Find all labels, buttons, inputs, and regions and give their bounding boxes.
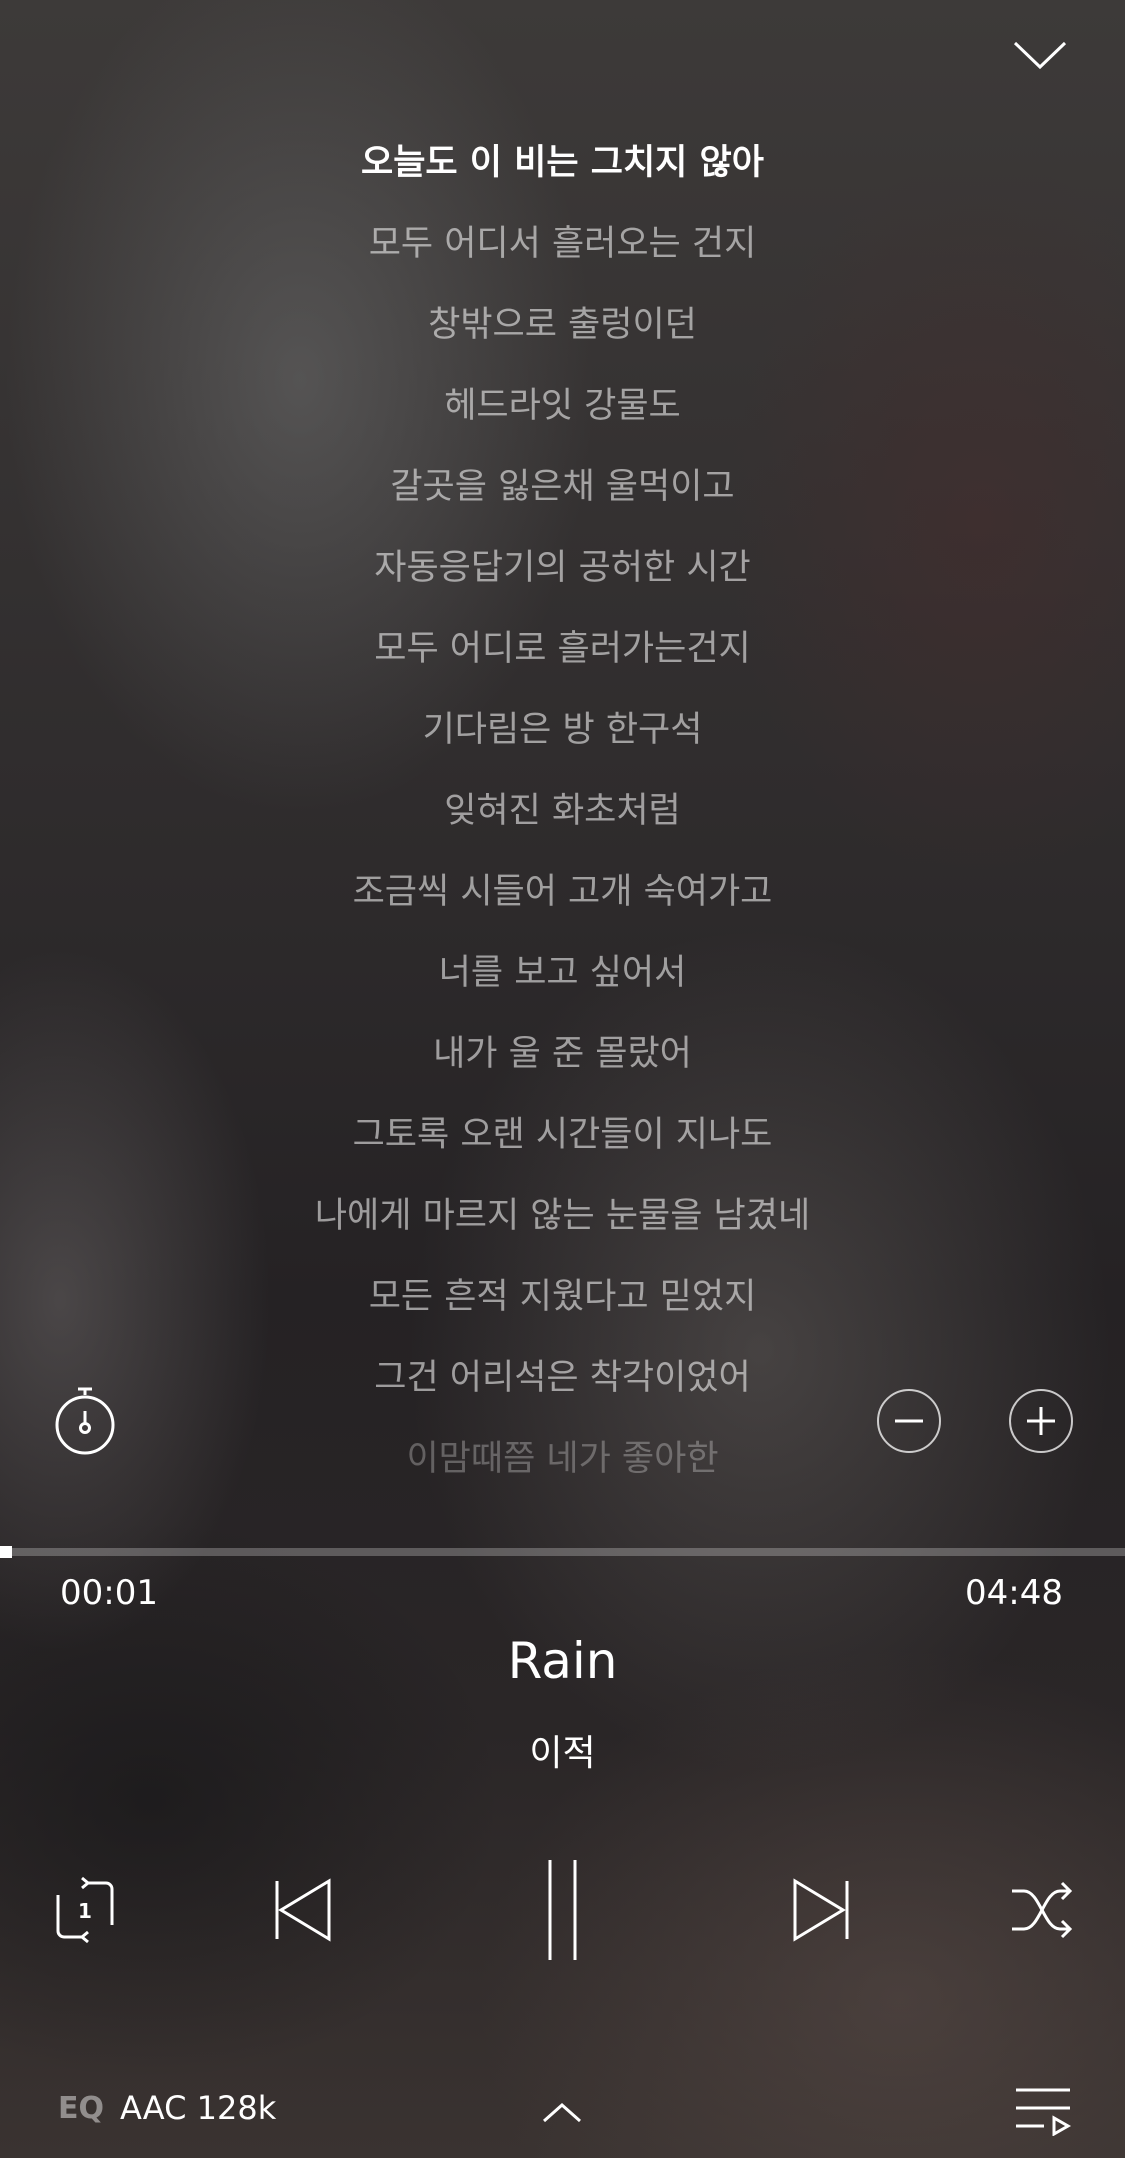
playlist-button[interactable] xyxy=(1014,2086,1072,2137)
lyric-line[interactable]: 모두 어디로 흘러가는건지 xyxy=(0,624,1125,674)
shuffle-button[interactable] xyxy=(1006,1855,1078,1965)
lyric-line[interactable]: 이맘때쯤 네가 좋아한 xyxy=(0,1434,1125,1484)
elapsed-time: 00:01 xyxy=(60,1573,158,1613)
plus-circle-icon xyxy=(1027,1407,1055,1435)
lyrics-panel[interactable]: 오늘도 이 비는 그치지 않아 모두 어디서 흘러오는 건지 창밖으로 출렁이던… xyxy=(0,130,1125,1490)
lyric-line[interactable]: 조금씩 시들어 고개 숙여가고 xyxy=(0,867,1125,917)
lyric-line[interactable]: 내가 울 준 몰랐어 xyxy=(0,1029,1125,1079)
lyric-line[interactable]: 헤드라잇 강물도 xyxy=(0,381,1125,431)
total-duration: 04:48 xyxy=(965,1573,1063,1613)
lyric-line[interactable]: 그건 어리석은 착각이었어 xyxy=(0,1353,1125,1403)
eq-button[interactable]: EQ xyxy=(58,2091,104,2126)
minus-circle-icon xyxy=(895,1419,923,1423)
progress-bar[interactable] xyxy=(0,1546,1125,1558)
audio-quality-label[interactable]: AAC 128k xyxy=(120,2089,276,2127)
lyric-line-current[interactable]: 오늘도 이 비는 그치지 않아 xyxy=(0,138,1125,188)
sleep-timer-button[interactable] xyxy=(52,1385,118,1457)
progress-handle[interactable] xyxy=(0,1546,12,1558)
chevron-down-icon xyxy=(1013,41,1067,70)
pause-button[interactable] xyxy=(522,1855,602,1965)
expand-button[interactable] xyxy=(538,2097,586,2127)
font-size-decrease-button[interactable] xyxy=(877,1389,941,1453)
lyric-line[interactable]: 잊혀진 화초처럼 xyxy=(0,786,1125,836)
svg-text:1: 1 xyxy=(78,1899,92,1923)
lyric-line[interactable]: 갈곳을 잃은채 울먹이고 xyxy=(0,462,1125,512)
chevron-up-icon xyxy=(543,2102,581,2123)
repeat-one-button[interactable]: 1 xyxy=(50,1855,120,1965)
timer-icon xyxy=(55,1387,115,1455)
skip-previous-icon xyxy=(275,1878,331,1942)
lyric-line[interactable]: 나에게 마르지 않는 눈물을 남겼네 xyxy=(0,1191,1125,1241)
track-title: Rain xyxy=(507,1632,618,1690)
lyric-line[interactable]: 모두 어디서 흘러오는 건지 xyxy=(0,219,1125,269)
lyric-line[interactable]: 창밖으로 출렁이던 xyxy=(0,300,1125,350)
lyric-line[interactable]: 그토록 오랜 시간들이 지나도 xyxy=(0,1110,1125,1160)
next-button[interactable] xyxy=(786,1855,856,1965)
previous-button[interactable] xyxy=(268,1855,338,1965)
lyric-line[interactable]: 모든 흔적 지웠다고 믿었지 xyxy=(0,1272,1125,1322)
lyric-line[interactable]: 자동응답기의 공허한 시간 xyxy=(0,543,1125,593)
pause-icon xyxy=(548,1860,577,1960)
shuffle-icon xyxy=(1012,1881,1073,1939)
lyric-line[interactable]: 너를 보고 싶어서 xyxy=(0,948,1125,998)
font-size-increase-button[interactable] xyxy=(1009,1389,1073,1453)
skip-next-icon xyxy=(793,1878,849,1942)
collapse-button[interactable] xyxy=(1005,30,1075,80)
repeat-one-icon: 1 xyxy=(56,1876,114,1944)
lyric-line[interactable]: 기다림은 방 한구석 xyxy=(0,705,1125,755)
artist-name[interactable]: 이적 xyxy=(0,1724,1125,1776)
playlist-icon xyxy=(1016,2088,1072,2137)
